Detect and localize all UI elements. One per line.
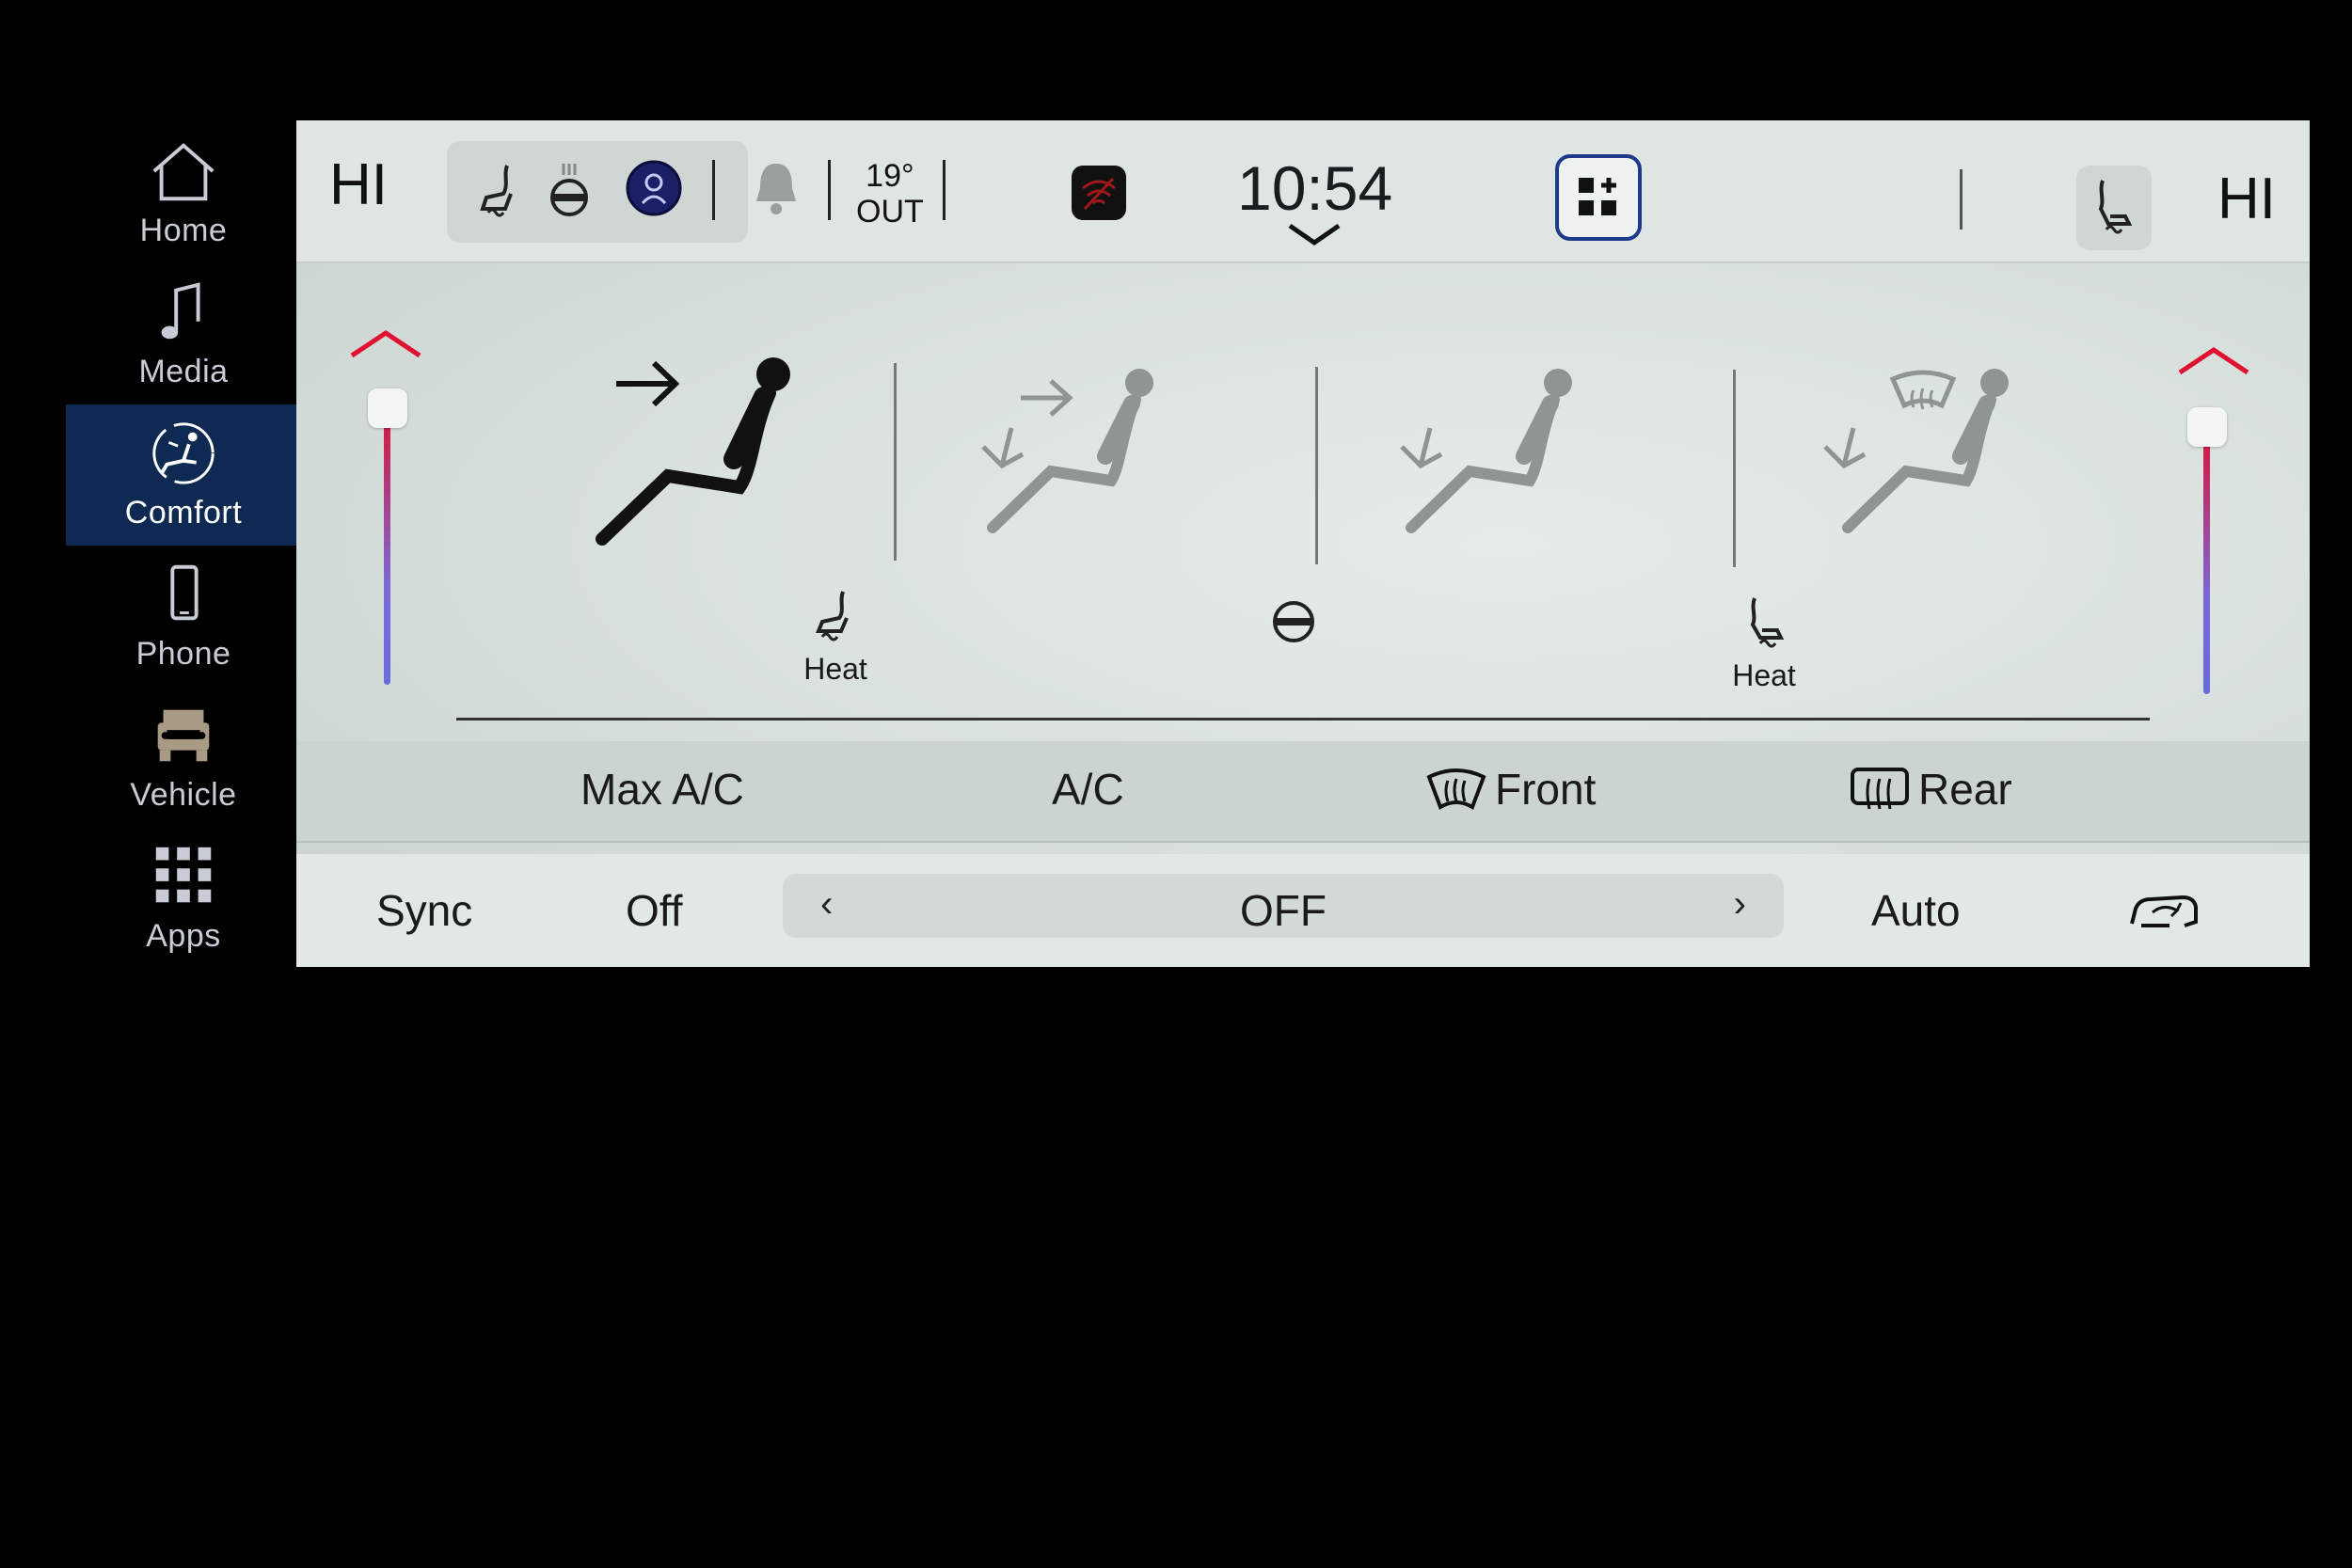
nav-item-comfort[interactable]: Comfort	[66, 404, 301, 546]
divider	[1960, 169, 1963, 230]
climate-off-button[interactable]: Off	[626, 885, 683, 936]
home-icon	[152, 142, 215, 200]
bi-level-mode-icon[interactable]	[974, 360, 1181, 548]
driver-heat-label: Heat	[803, 652, 867, 686]
nav-label-media: Media	[138, 353, 229, 389]
driver-profile-icon[interactable]	[624, 158, 684, 218]
auto-button[interactable]: Auto	[1871, 885, 1961, 936]
steering-wheel-heat-icon[interactable]	[1267, 595, 1320, 648]
nav-label-home: Home	[139, 212, 228, 248]
add-widget-button[interactable]	[1555, 154, 1642, 241]
passenger-seat-heat-icon[interactable]	[1738, 593, 1790, 649]
front-defrost-button[interactable]: Front	[1425, 764, 1596, 815]
jeep-icon	[157, 709, 210, 761]
fan-speed-value: OFF	[1240, 886, 1327, 935]
front-defrost-label: Front	[1495, 765, 1597, 814]
chevron-down-icon[interactable]	[1284, 220, 1344, 248]
outside-temp-value: 19°	[866, 158, 914, 194]
passenger-temp-up-icon[interactable]	[2176, 342, 2251, 380]
divider	[712, 160, 715, 220]
floor-mode-icon[interactable]	[1392, 360, 1599, 548]
divider	[943, 160, 946, 220]
outside-temp-label: OUT	[856, 194, 924, 230]
climate-screen: HI 19° OUT 10:54 HI Heat Heat Max A/C A/…	[296, 120, 2310, 967]
nav-item-vehicle[interactable]: Vehicle	[66, 687, 301, 828]
rear-defrost-icon	[1851, 768, 1909, 810]
passenger-temp-readout[interactable]: HI	[2217, 166, 2276, 232]
driver-seat-heat-icon[interactable]	[809, 586, 862, 642]
max-ac-button[interactable]: Max A/C	[580, 764, 744, 815]
passenger-temp-slider[interactable]	[2203, 421, 2210, 694]
front-defrost-icon	[1426, 768, 1486, 810]
fan-control-row: Sync Off ‹ OFF › Auto	[296, 854, 2310, 967]
divider	[828, 160, 831, 220]
ac-control-row: Max A/C A/C Front Rear	[296, 741, 2310, 843]
notification-bell-icon[interactable]	[743, 156, 809, 222]
panel-mode-icon[interactable]	[564, 346, 809, 553]
status-bar: HI 19° OUT 10:54 HI	[296, 120, 2310, 263]
clock: 10:54	[1237, 153, 1393, 223]
nav-item-phone[interactable]: Phone	[66, 546, 301, 687]
rear-defrost-label: Rear	[1918, 765, 2012, 814]
mode-separator	[1733, 370, 1736, 567]
passenger-temp-knob[interactable]	[2187, 407, 2227, 447]
music-note-icon	[161, 281, 200, 339]
defrost-floor-mode-icon[interactable]	[1816, 360, 2023, 548]
nav-label-vehicle: Vehicle	[130, 776, 237, 813]
heated-steering-wheel-icon[interactable]	[541, 160, 597, 222]
driver-temp-slider[interactable]	[384, 403, 390, 685]
section-divider	[456, 718, 2150, 721]
outside-temp: 19° OUT	[856, 158, 924, 230]
sync-button[interactable]: Sync	[376, 885, 472, 936]
nav-item-media[interactable]: Media	[66, 263, 301, 404]
comfort-seat-icon	[152, 421, 215, 484]
ac-button[interactable]: A/C	[1052, 764, 1124, 815]
passenger-heat-label: Heat	[1732, 658, 1796, 692]
nav-item-apps[interactable]: Apps	[66, 828, 301, 969]
nav-label-phone: Phone	[135, 635, 231, 672]
mode-separator	[1315, 367, 1318, 564]
wifi-off-icon[interactable]	[1068, 162, 1130, 224]
phone-icon	[170, 564, 199, 620]
mode-separator	[894, 363, 897, 561]
nav-label-comfort: Comfort	[124, 494, 243, 531]
fan-increase-button[interactable]: ›	[1734, 883, 1746, 926]
add-widget-icon	[1579, 178, 1616, 215]
fan-speed-slider[interactable]: ‹ OFF ›	[783, 874, 1784, 938]
heated-seat-icon[interactable]	[475, 160, 532, 222]
nav-item-home[interactable]: Home	[66, 122, 301, 263]
rear-defrost-button[interactable]: Rear	[1849, 764, 2012, 815]
driver-temp-up-icon[interactable]	[348, 325, 423, 363]
recirculation-icon[interactable]	[2126, 890, 2201, 935]
driver-temp-readout[interactable]: HI	[329, 151, 388, 218]
nav-label-apps: Apps	[146, 917, 221, 954]
passenger-seat-icon[interactable]	[2084, 175, 2140, 237]
apps-grid-icon	[155, 847, 212, 902]
driver-temp-knob[interactable]	[368, 388, 407, 428]
